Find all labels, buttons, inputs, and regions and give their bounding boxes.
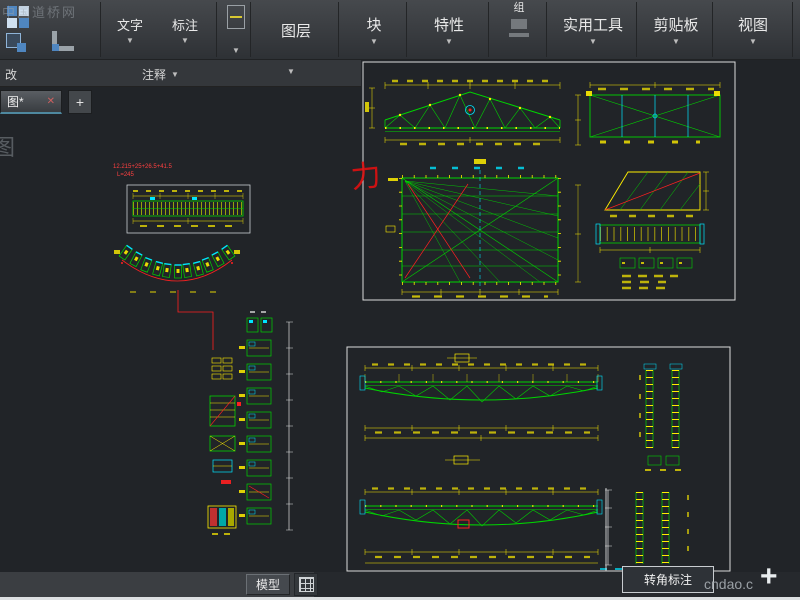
chevron-down-icon: ▼	[232, 46, 240, 55]
dimension-panel-button[interactable]: 标注 ▼	[158, 0, 212, 59]
red-note-line2: L=245	[117, 172, 135, 178]
cad-drawing[interactable]: 图 12.215+25+26.5+41.5 L=245 力	[0, 60, 800, 572]
modify-panel-label[interactable]: 改	[5, 66, 17, 83]
sheet-frame-bottom	[346, 346, 731, 572]
panel-divider	[546, 2, 547, 57]
panel-divider	[792, 2, 793, 57]
truss-elevation-2	[359, 353, 603, 441]
detail-girder-bar	[595, 223, 705, 253]
drawing-file-tab[interactable]: 图* ✕	[0, 90, 62, 114]
bridge-plan	[385, 159, 581, 298]
dim-style-icon	[227, 5, 245, 29]
block-panel-button[interactable]: 块 ▼	[342, 0, 406, 59]
chevron-down-icon: ▼	[672, 37, 680, 46]
center-emblem	[445, 455, 480, 465]
grid-toggle-button[interactable]	[294, 573, 318, 596]
dimension-style-button[interactable]: ▼	[220, 2, 252, 58]
new-tab-button[interactable]: +	[68, 90, 92, 114]
modify-panel-icons	[0, 0, 100, 59]
annotate-panel-label[interactable]: 注释 ▼	[142, 66, 179, 83]
panel-divider	[406, 2, 407, 57]
panel-divider	[250, 2, 251, 57]
utilities-panel-button[interactable]: 实用工具 ▼	[550, 0, 636, 59]
detail-ladders	[600, 363, 689, 570]
ribbon-label-strip: 改 注释 ▼ ▼	[0, 60, 361, 87]
detail-blocks-row	[619, 257, 693, 290]
truss-section-1	[575, 82, 721, 146]
panel-divider	[100, 2, 101, 57]
section-details-column	[239, 311, 293, 531]
chevron-down-icon: ▼	[181, 36, 189, 45]
multicolor-detail-block	[207, 505, 237, 529]
drawing-canvas-area: 图 12.215+25+26.5+41.5 L=245 力	[0, 60, 800, 572]
chevron-down-icon: ▼	[589, 37, 597, 46]
ribbon: 文字 ▼ 标注 ▼ ▼ 图层 块 ▼ 特性 ▼ 组 实用工具 ▼ 剪贴板 ▼ 视…	[0, 0, 800, 60]
chevron-down-icon: ▼	[749, 37, 757, 46]
chevron-down-icon: ▼	[126, 36, 134, 45]
panel-divider	[216, 2, 217, 57]
detail-section-1	[604, 171, 709, 218]
mini-plan-drawing	[126, 184, 251, 234]
properties-panel-button[interactable]: 特性 ▼	[410, 0, 488, 59]
view-panel-button[interactable]: 视图 ▼	[716, 0, 790, 59]
clipboard-panel-button[interactable]: 剪贴板 ▼	[640, 0, 712, 59]
panel-divider	[712, 2, 713, 57]
measure-icon[interactable]	[52, 31, 74, 51]
grid-icon	[298, 577, 314, 592]
group-icons-cutoff	[509, 15, 529, 41]
truss-elevation-3	[359, 487, 603, 564]
panel-divider	[488, 2, 489, 57]
layers-panel-caret[interactable]: ▼	[287, 68, 295, 76]
layers-panel-button[interactable]: 图层	[254, 0, 338, 59]
panel-divider	[338, 2, 339, 57]
chevron-down-icon: ▼	[171, 69, 179, 79]
plus-icon: +	[75, 94, 85, 110]
close-icon[interactable]: ✕	[47, 96, 55, 107]
curved-segment-assembly	[114, 244, 240, 350]
command-tooltip: 转角标注	[622, 566, 714, 593]
truss-elevation-1	[365, 79, 561, 181]
watermark-left-char: 图	[0, 135, 15, 160]
watermark-red-char: 力	[349, 159, 382, 195]
autocad-window: 文字 ▼ 标注 ▼ ▼ 图层 块 ▼ 特性 ▼ 组 实用工具 ▼ 剪贴板 ▼ 视…	[0, 0, 800, 600]
text-panel-button[interactable]: 文字 ▼	[104, 0, 156, 59]
chevron-down-icon: ▼	[445, 37, 453, 46]
chevron-down-icon: ▼	[370, 37, 378, 46]
panel-divider	[636, 2, 637, 57]
chevron-down-icon: ▼	[287, 67, 295, 76]
red-note-line1: 12.215+25+26.5+41.5	[113, 164, 173, 170]
array-icon[interactable]	[7, 6, 29, 28]
copy-icon[interactable]	[6, 33, 26, 52]
group-panel-button[interactable]: 组	[492, 0, 546, 59]
model-tab-button[interactable]: 模型	[246, 574, 290, 595]
misc-details-column	[207, 357, 241, 535]
